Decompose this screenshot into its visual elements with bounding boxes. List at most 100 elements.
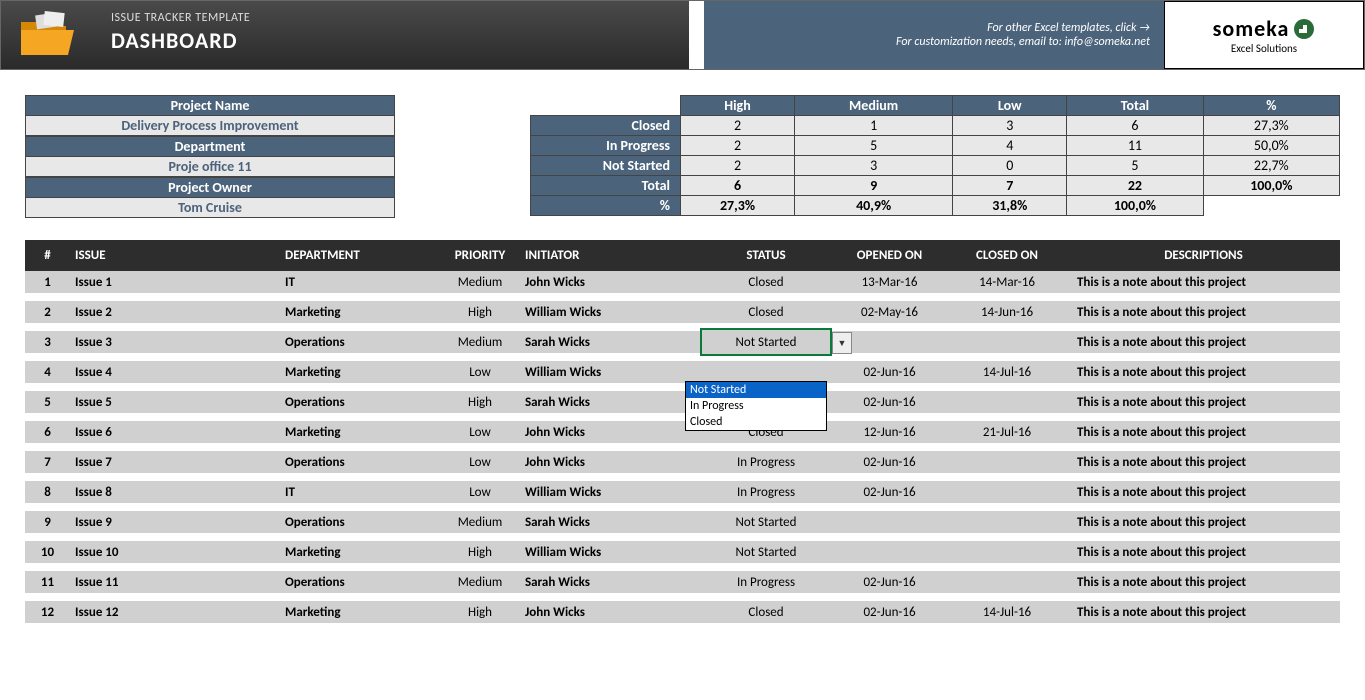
cell-status-active[interactable]: Not Started▼ (700, 328, 832, 356)
summary-cell[interactable]: 5 (1067, 156, 1203, 176)
cell-opened[interactable]: 02-Jun-16 (832, 455, 947, 470)
cell-initiator[interactable]: William Wicks (525, 545, 700, 560)
summary-cell[interactable]: 3 (953, 116, 1067, 136)
cell-num[interactable]: 2 (25, 305, 70, 320)
cell-dept[interactable]: IT (285, 275, 435, 290)
cell-closed[interactable]: 14-Jul-16 (947, 365, 1067, 380)
cell-desc[interactable]: This is a note about this project (1067, 575, 1340, 590)
cell-desc[interactable]: This is a note about this project (1067, 545, 1340, 560)
cell-opened[interactable]: 02-Jun-16 (832, 605, 947, 620)
cell-issue[interactable]: Issue 9 (70, 515, 285, 530)
project-name-value[interactable]: Delivery Process Improvement (25, 116, 395, 136)
cell-desc[interactable]: This is a note about this project (1067, 425, 1340, 440)
cell-num[interactable]: 4 (25, 365, 70, 380)
cell-status[interactable]: In Progress (700, 485, 832, 500)
cell-status[interactable]: In Progress (700, 575, 832, 590)
summary-cell[interactable]: 22 (1067, 176, 1203, 196)
summary-cell[interactable]: 1 (794, 116, 952, 136)
cell-status[interactable]: Not Started (700, 515, 832, 530)
cell-num[interactable]: 11 (25, 575, 70, 590)
cell-num[interactable]: 5 (25, 395, 70, 410)
summary-cell[interactable]: 0 (953, 156, 1067, 176)
cell-dept[interactable]: Marketing (285, 365, 435, 380)
cell-num[interactable]: 1 (25, 275, 70, 290)
cell-closed[interactable]: 14-Mar-16 (947, 275, 1067, 290)
cell-issue[interactable]: Issue 1 (70, 275, 285, 290)
summary-cell[interactable]: 7 (953, 176, 1067, 196)
cell-issue[interactable]: Issue 8 (70, 485, 285, 500)
cell-initiator[interactable]: John Wicks (525, 425, 700, 440)
cell-issue[interactable]: Issue 10 (70, 545, 285, 560)
cell-status[interactable]: Closed (700, 305, 832, 320)
cell-initiator[interactable]: William Wicks (525, 365, 700, 380)
cell-num[interactable]: 10 (25, 545, 70, 560)
cell-initiator[interactable]: Sarah Wicks (525, 575, 700, 590)
cell-priority[interactable]: Medium (435, 575, 525, 590)
cell-dept[interactable]: Operations (285, 455, 435, 470)
summary-cell[interactable]: 3 (794, 156, 952, 176)
cell-num[interactable]: 7 (25, 455, 70, 470)
cell-num[interactable]: 12 (25, 605, 70, 620)
cell-initiator[interactable]: William Wicks (525, 485, 700, 500)
summary-cell[interactable]: 5 (794, 136, 952, 156)
cell-opened[interactable]: 02-Jun-16 (832, 365, 947, 380)
cell-initiator[interactable]: Sarah Wicks (525, 335, 700, 350)
cell-issue[interactable]: Issue 2 (70, 305, 285, 320)
cell-dept[interactable]: Marketing (285, 605, 435, 620)
summary-cell[interactable]: 100,0% (1203, 176, 1339, 196)
cell-opened[interactable]: 02-Jun-16 (832, 485, 947, 500)
cell-dept[interactable]: Operations (285, 395, 435, 410)
cell-initiator[interactable]: Sarah Wicks (525, 395, 700, 410)
cell-num[interactable]: 6 (25, 425, 70, 440)
summary-cell[interactable]: 2 (681, 116, 795, 136)
summary-cell[interactable]: 11 (1067, 136, 1203, 156)
cell-priority[interactable]: High (435, 545, 525, 560)
dropdown-option[interactable]: Not Started (686, 382, 826, 398)
cell-closed[interactable]: 14-Jun-16 (947, 305, 1067, 320)
cell-dept[interactable]: Marketing (285, 545, 435, 560)
cell-priority[interactable]: High (435, 395, 525, 410)
cell-priority[interactable]: Low (435, 485, 525, 500)
cell-priority[interactable]: Medium (435, 515, 525, 530)
cell-num[interactable]: 3 (25, 335, 70, 350)
cell-issue[interactable]: Issue 11 (70, 575, 285, 590)
summary-cell[interactable]: 31,8% (953, 196, 1067, 216)
cell-num[interactable]: 9 (25, 515, 70, 530)
dropdown-option[interactable]: In Progress (686, 398, 826, 414)
cell-priority[interactable]: Low (435, 455, 525, 470)
cell-dept[interactable]: Operations (285, 515, 435, 530)
status-dropdown-list[interactable]: Not StartedIn ProgressClosed (685, 381, 827, 431)
cell-priority[interactable]: Low (435, 365, 525, 380)
cell-issue[interactable]: Issue 12 (70, 605, 285, 620)
summary-cell[interactable]: 2 (681, 156, 795, 176)
cell-dept[interactable]: Marketing (285, 425, 435, 440)
summary-cell[interactable]: 40,9% (794, 196, 952, 216)
cell-issue[interactable]: Issue 6 (70, 425, 285, 440)
cell-priority[interactable]: High (435, 605, 525, 620)
cell-initiator[interactable]: John Wicks (525, 275, 700, 290)
cell-dept[interactable]: Operations (285, 575, 435, 590)
summary-cell[interactable]: 27,3% (681, 196, 795, 216)
cell-opened[interactable]: 12-Jun-16 (832, 425, 947, 440)
cell-opened[interactable]: 02-May-16 (832, 305, 947, 320)
cell-dept[interactable]: IT (285, 485, 435, 500)
summary-cell[interactable]: 100,0% (1067, 196, 1203, 216)
cell-desc[interactable]: This is a note about this project (1067, 365, 1340, 380)
summary-cell[interactable]: 9 (794, 176, 952, 196)
cell-priority[interactable]: Medium (435, 275, 525, 290)
cell-dept[interactable]: Marketing (285, 305, 435, 320)
cell-closed[interactable]: 14-Jul-16 (947, 605, 1067, 620)
brand-logo[interactable]: someka Excel Solutions (1164, 1, 1364, 69)
summary-cell[interactable]: 27,3% (1203, 116, 1339, 136)
summary-cell[interactable]: 2 (681, 136, 795, 156)
summary-cell[interactable]: 4 (953, 136, 1067, 156)
cell-initiator[interactable]: John Wicks (525, 455, 700, 470)
cell-opened[interactable]: 02-Jun-16 (832, 575, 947, 590)
cell-desc[interactable]: This is a note about this project (1067, 395, 1340, 410)
cell-priority[interactable]: High (435, 305, 525, 320)
cell-desc[interactable]: This is a note about this project (1067, 275, 1340, 290)
summary-cell[interactable]: 6 (681, 176, 795, 196)
cell-desc[interactable]: This is a note about this project (1067, 605, 1340, 620)
cell-desc[interactable]: This is a note about this project (1067, 515, 1340, 530)
cell-closed[interactable]: 21-Jul-16 (947, 425, 1067, 440)
